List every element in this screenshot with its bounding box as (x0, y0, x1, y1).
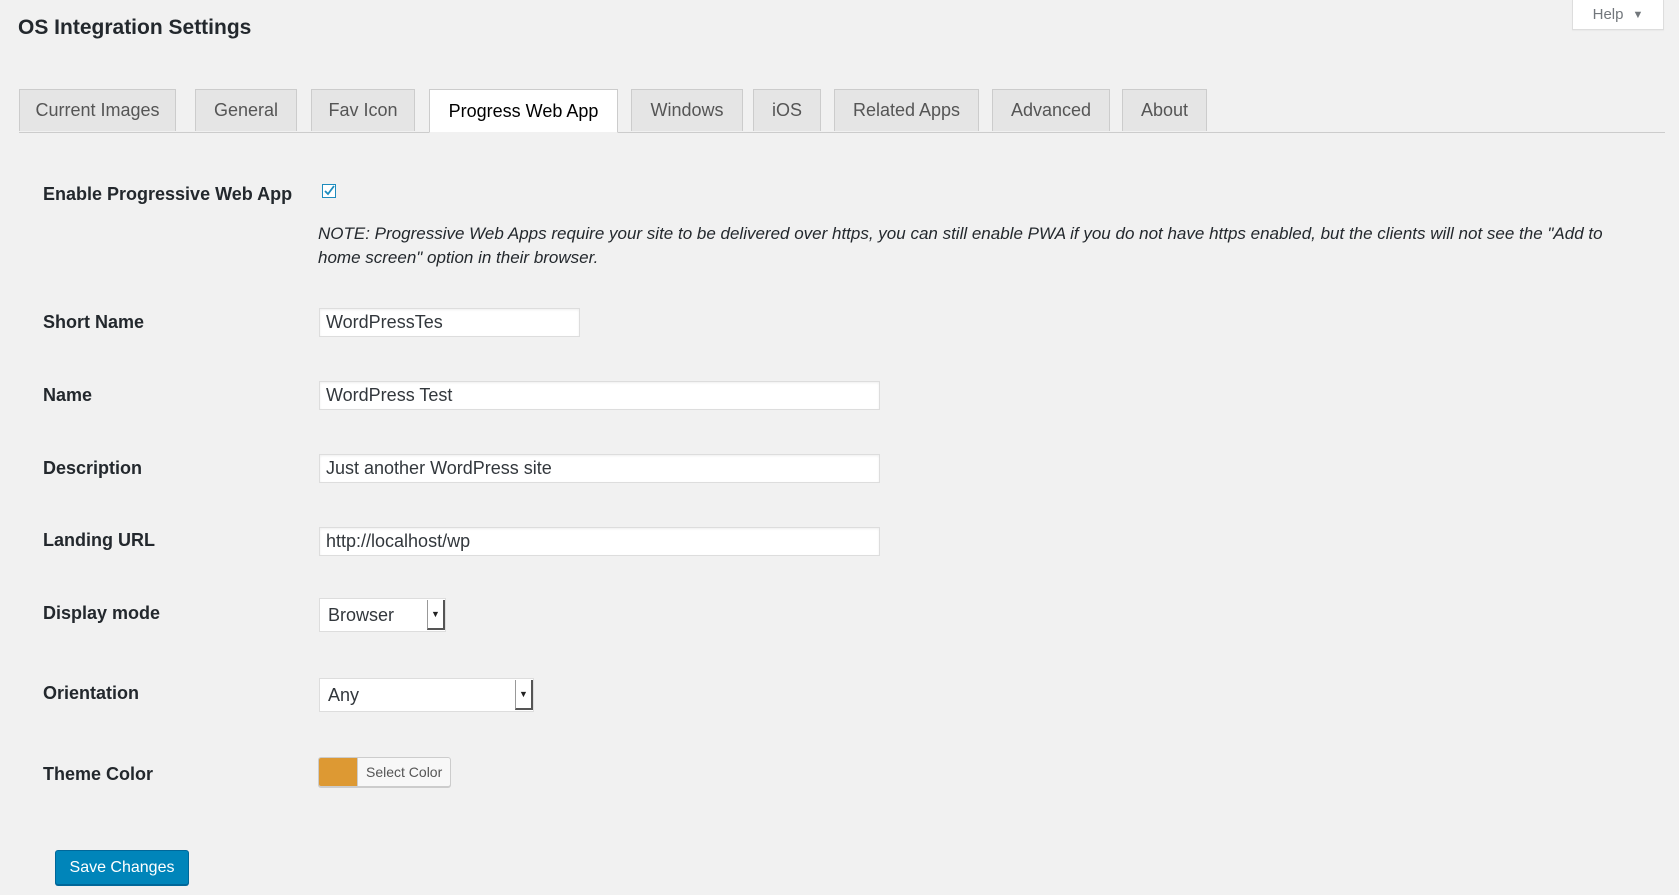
enable-pwa-label: Enable Progressive Web App (43, 184, 293, 204)
checkmark-icon (322, 184, 336, 198)
help-tab-button[interactable]: Help ▼ (1572, 0, 1664, 30)
settings-page: OS Integration Settings Help ▼ Current I… (0, 0, 1679, 895)
name-input[interactable] (319, 381, 880, 410)
orientation-value: Any (328, 684, 360, 705)
caret-down-icon: ▼ (1632, 8, 1644, 21)
dropdown-arrow-icon: ▼ (427, 600, 445, 630)
tab-ios[interactable]: iOS (753, 89, 821, 131)
settings-tabs: Current Images General Fav Icon Progress… (19, 89, 1665, 133)
display-mode-label: Display mode (43, 603, 161, 623)
tab-about[interactable]: About (1122, 89, 1207, 131)
pwa-https-note: NOTE: Progressive Web Apps require your … (318, 224, 1603, 267)
theme-color-picker-button[interactable]: Select Color (318, 757, 452, 787)
short-name-input[interactable] (319, 308, 580, 337)
tab-related-apps[interactable]: Related Apps (834, 89, 979, 131)
landing-url-label: Landing URL (43, 530, 155, 550)
orientation-label: Orientation (43, 683, 140, 703)
enable-pwa-checkbox[interactable] (322, 184, 336, 198)
color-swatch (319, 758, 358, 786)
save-changes-button[interactable]: Save Changes (55, 850, 189, 885)
tab-advanced[interactable]: Advanced (992, 89, 1110, 131)
short-name-label: Short Name (43, 312, 145, 332)
name-label: Name (43, 385, 93, 405)
dropdown-arrow-icon: ▼ (515, 680, 533, 710)
page-title: OS Integration Settings (18, 16, 252, 39)
tab-fav-icon[interactable]: Fav Icon (311, 89, 415, 131)
display-mode-select[interactable]: Browser ▼ (319, 598, 446, 632)
description-label: Description (43, 458, 143, 478)
theme-color-label: Theme Color (43, 764, 154, 784)
landing-url-input[interactable] (319, 527, 880, 556)
tab-general[interactable]: General (195, 89, 297, 131)
tab-current-images[interactable]: Current Images (19, 89, 176, 131)
help-label: Help (1592, 6, 1624, 23)
tab-progress-web-app[interactable]: Progress Web App (429, 89, 618, 133)
display-mode-value: Browser (328, 604, 395, 625)
orientation-select[interactable]: Any ▼ (319, 678, 534, 712)
tab-windows[interactable]: Windows (631, 89, 743, 131)
select-color-label: Select Color (366, 764, 443, 780)
description-input[interactable] (319, 454, 880, 483)
